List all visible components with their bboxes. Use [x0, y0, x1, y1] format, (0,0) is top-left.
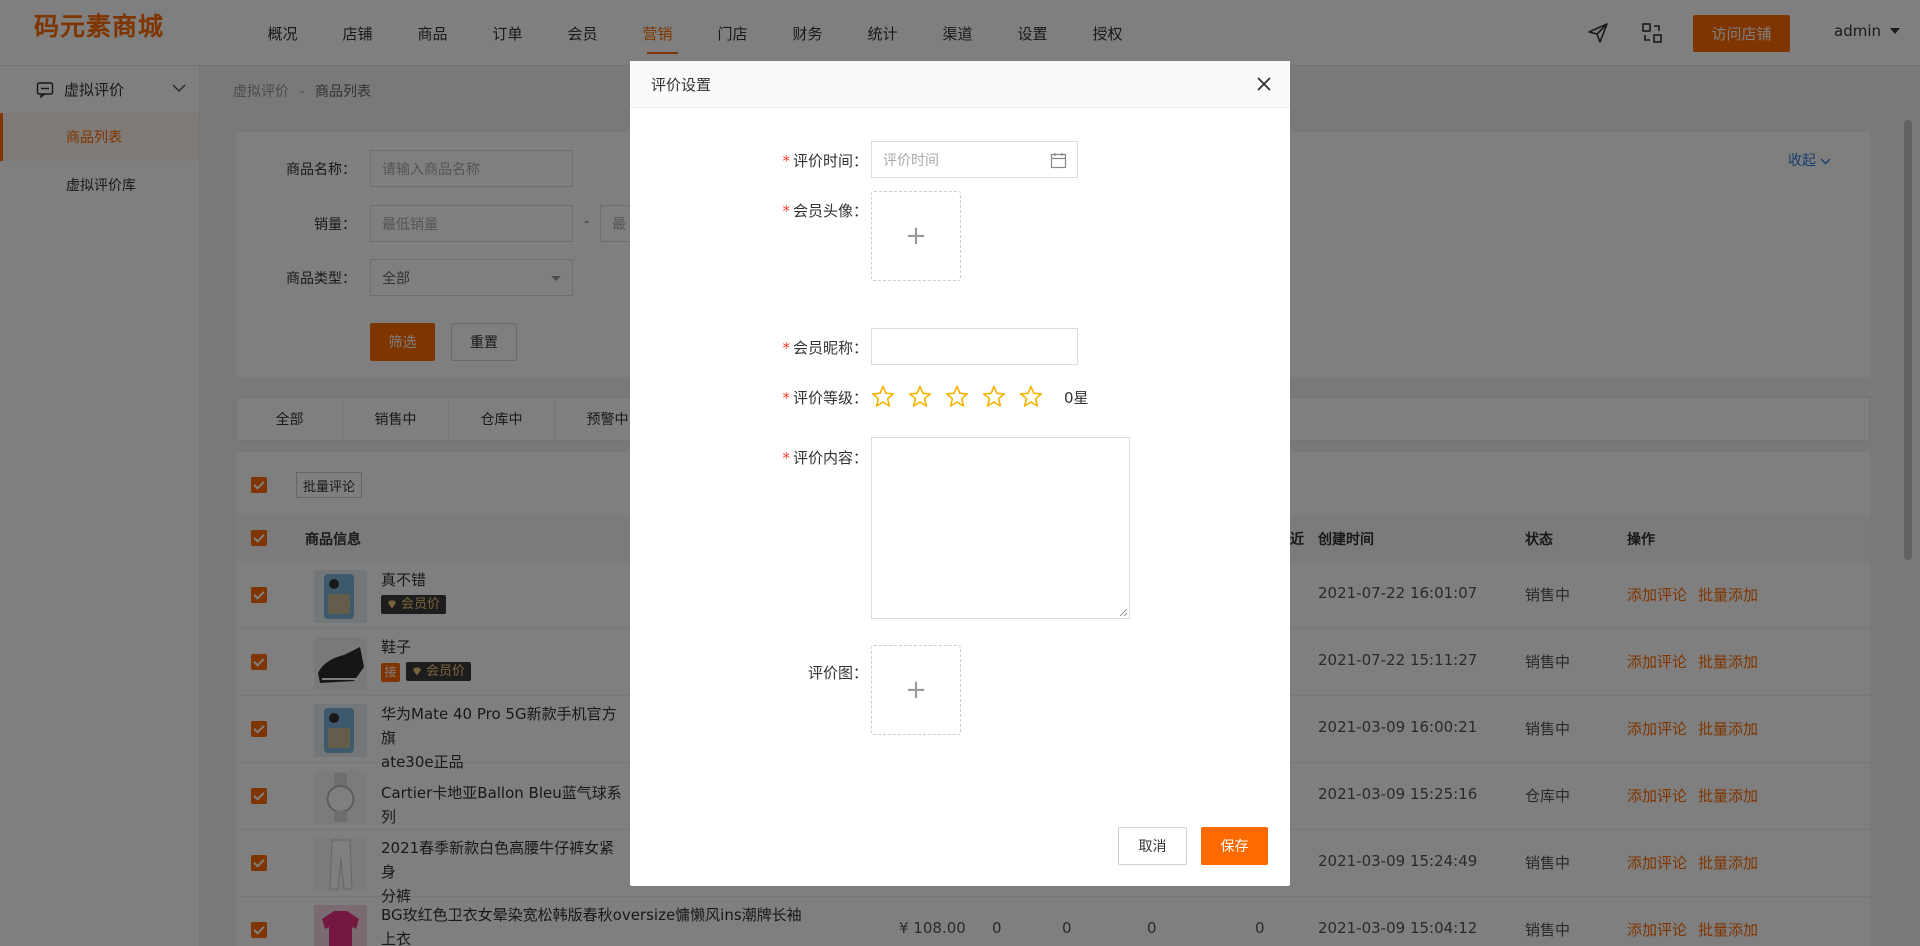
- review-time-placeholder: 评价时间: [883, 152, 939, 169]
- plus-icon: +: [905, 675, 927, 705]
- member-nickname-input[interactable]: [871, 328, 1078, 365]
- plus-icon: +: [905, 221, 927, 251]
- avatar-upload[interactable]: +: [871, 191, 961, 281]
- star-icon[interactable]: [908, 385, 932, 408]
- review-images-label: 评价图：: [807, 664, 868, 682]
- member-avatar-label: * 会员头像：: [782, 202, 868, 220]
- rating-stars: [871, 385, 1043, 408]
- rating-label: * 评价等级：: [782, 389, 868, 407]
- star-icon[interactable]: [1019, 385, 1043, 408]
- cancel-button[interactable]: 取消: [1118, 827, 1187, 865]
- rating-value: 0星: [1064, 389, 1089, 407]
- star-icon[interactable]: [945, 385, 969, 408]
- review-content-label: * 评价内容：: [782, 449, 868, 467]
- member-nickname-label: * 会员昵称：: [782, 339, 868, 357]
- calendar-icon: [1050, 153, 1067, 169]
- review-settings-dialog: 评价设置 * 评价时间： 评价时间 * 会员头像： + * 会员昵称： * 评价等级： …: [630, 61, 1290, 886]
- dialog-title: 评价设置: [651, 75, 712, 94]
- review-time-label: * 评价时间：: [782, 152, 868, 170]
- star-icon[interactable]: [982, 385, 1006, 408]
- review-content-textarea[interactable]: [871, 437, 1130, 619]
- star-icon[interactable]: [871, 385, 895, 408]
- close-icon[interactable]: [1255, 75, 1273, 93]
- review-images-upload[interactable]: +: [871, 645, 961, 735]
- dialog-header: 评价设置: [630, 61, 1290, 108]
- save-button[interactable]: 保存: [1201, 827, 1268, 865]
- resize-handle-icon[interactable]: [1119, 608, 1128, 617]
- review-time-picker[interactable]: 评价时间: [871, 141, 1078, 178]
